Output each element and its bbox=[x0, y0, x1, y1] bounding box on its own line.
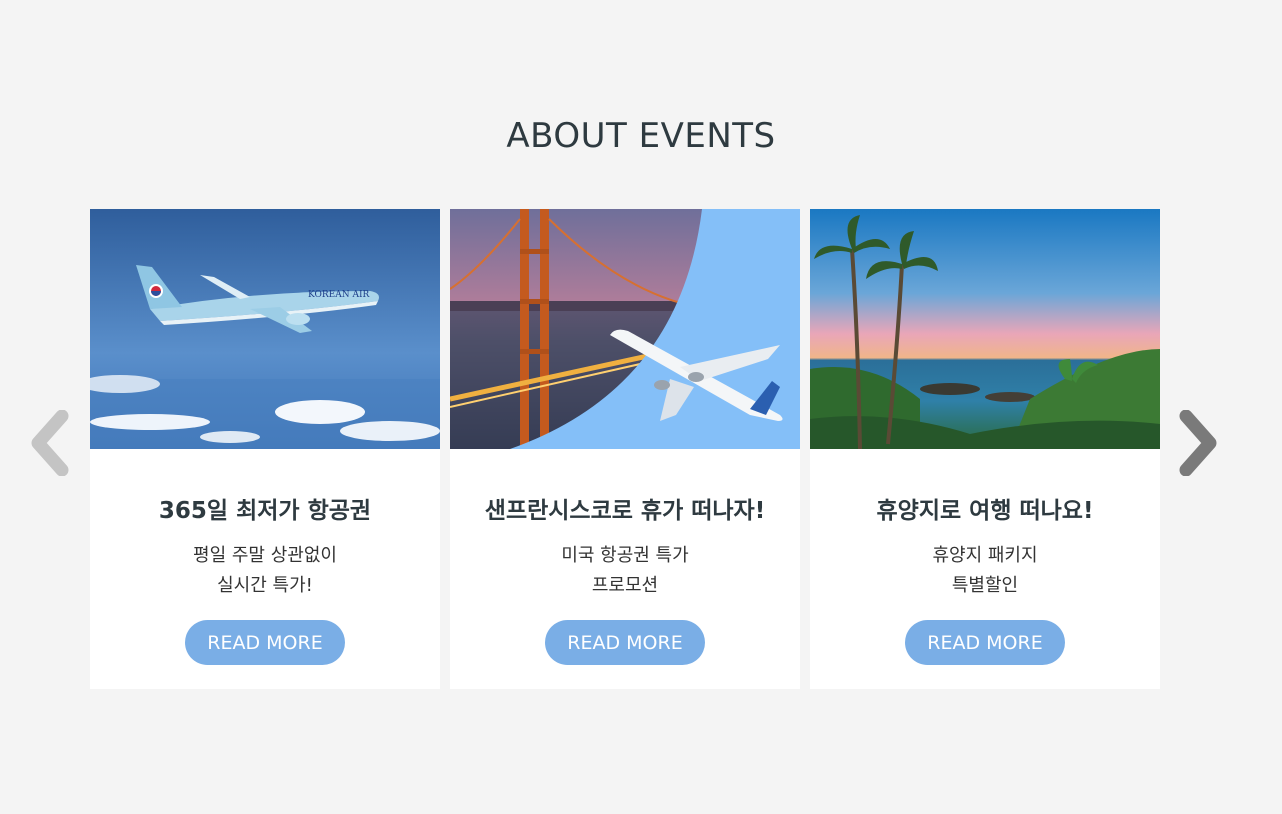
card-image-golden-gate bbox=[450, 209, 800, 449]
card-description-line: 휴양지 패키지 bbox=[932, 545, 1038, 566]
card-title: 샌프란시스코로 휴가 떠나자! bbox=[484, 498, 766, 524]
section-title: ABOUT EVENTS bbox=[506, 116, 776, 156]
card-title: 365일 최저가 항공권 bbox=[158, 498, 372, 524]
event-card[interactable]: KOREAN AIR 365일 최저가 항공권 평일 주말 상관없이 실시간 특… bbox=[90, 209, 440, 689]
card-title: 휴양지로 여행 떠나요! bbox=[876, 498, 1094, 524]
card-description: 휴양지 패키지 특별할인 bbox=[810, 541, 1160, 601]
read-more-button[interactable]: READ MORE bbox=[905, 620, 1065, 665]
read-more-button[interactable]: READ MORE bbox=[185, 620, 345, 665]
chevron-left-icon bbox=[31, 409, 69, 477]
carousel-next-button[interactable] bbox=[1176, 409, 1220, 477]
card-description: 평일 주말 상관없이 실시간 특가! bbox=[90, 541, 440, 601]
carousel-prev-button[interactable] bbox=[28, 409, 72, 477]
card-image-palm-beach bbox=[810, 209, 1160, 449]
card-description-line: 미국 항공권 특가 bbox=[561, 545, 689, 566]
card-description-line: 평일 주말 상관없이 bbox=[193, 545, 337, 566]
card-description: 미국 항공권 특가 프로모션 bbox=[450, 541, 800, 601]
svg-text:KOREAN AIR: KOREAN AIR bbox=[308, 290, 369, 300]
card-description-line: 실시간 특가! bbox=[217, 575, 313, 596]
chevron-right-icon bbox=[1179, 409, 1217, 477]
event-card[interactable]: 샌프란시스코로 휴가 떠나자! 미국 항공권 특가 프로모션 READ MORE bbox=[450, 209, 800, 689]
card-description-line: 프로모션 bbox=[591, 575, 659, 596]
event-card[interactable]: 휴양지로 여행 떠나요! 휴양지 패키지 특별할인 READ MORE bbox=[810, 209, 1160, 689]
event-card-list: KOREAN AIR 365일 최저가 항공권 평일 주말 상관없이 실시간 특… bbox=[90, 209, 1160, 689]
card-description-line: 특별할인 bbox=[951, 575, 1019, 596]
read-more-button[interactable]: READ MORE bbox=[545, 620, 705, 665]
card-image-plane-clouds: KOREAN AIR bbox=[90, 209, 440, 449]
